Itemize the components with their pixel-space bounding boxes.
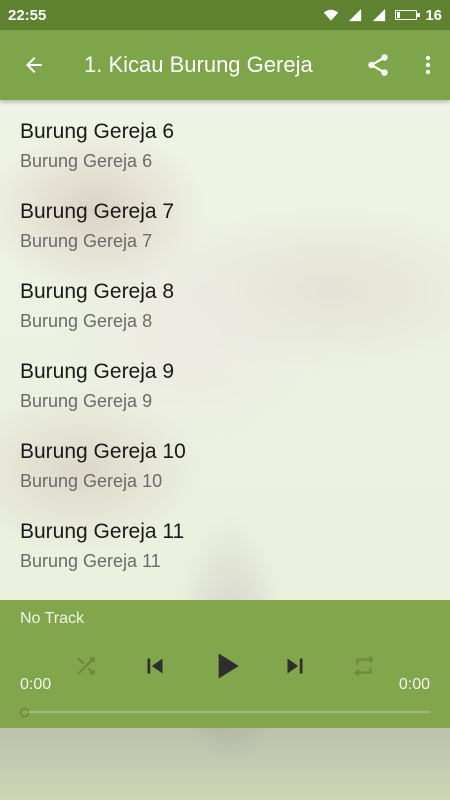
now-playing-label: No Track — [20, 610, 85, 627]
battery-icon — [395, 10, 421, 20]
track-title: Burung Gereja 8 — [20, 280, 175, 303]
list-item[interactable]: Burung Gereja 11 Burung Gereja 11 — [0, 500, 450, 580]
play-icon — [218, 653, 239, 679]
back-button[interactable] — [6, 37, 62, 93]
shuffle-icon — [77, 657, 95, 675]
player-controls — [0, 642, 450, 690]
app-bar: 1. Kicau Burung Gereja — [0, 30, 450, 100]
list-item[interactable]: Burung Gereja 9 Burung Gereja 9 — [0, 340, 450, 420]
previous-button[interactable] — [131, 642, 179, 690]
track-subtitle: Burung Gereja 7 — [20, 231, 153, 251]
repeat-button[interactable] — [340, 642, 388, 690]
track-list: Burung Gereja 6 Burung Gereja 6 Burung G… — [0, 100, 450, 600]
skip-previous-icon — [147, 658, 163, 674]
track-subtitle: Burung Gereja 9 — [20, 391, 153, 411]
player-panel: No Track 0:00 0:00 — [0, 600, 450, 728]
track-subtitle: Burung Gereja 6 — [20, 151, 153, 171]
list-item[interactable]: Burung Gereja 6 Burung Gereja 6 — [0, 100, 450, 180]
list-item[interactable]: Burung Gereja 8 Burung Gereja 8 — [0, 260, 450, 340]
skip-next-icon — [287, 658, 303, 674]
status-icons: 16 — [323, 7, 442, 24]
track-subtitle: Burung Gereja 10 — [20, 471, 163, 491]
track-title: Burung Gereja 10 — [20, 440, 186, 463]
play-button[interactable] — [203, 642, 251, 690]
next-button[interactable] — [271, 642, 319, 690]
track-title: Burung Gereja 11 — [20, 520, 185, 543]
share-button[interactable] — [350, 37, 406, 93]
page-title: 1. Kicau Burung Gereja — [84, 52, 313, 77]
share-icon — [368, 54, 388, 76]
signal-icon — [373, 8, 386, 22]
repeat-icon — [354, 655, 374, 677]
bottom-photo-strip — [0, 728, 450, 800]
list-item[interactable]: Burung Gereja 10 Burung Gereja 10 — [0, 420, 450, 500]
track-title: Burung Gereja 6 — [20, 120, 175, 143]
list-item[interactable]: Burung Gereja 7 Burung Gereja 7 — [0, 180, 450, 260]
track-title: Burung Gereja 7 — [20, 200, 175, 223]
more-vert-icon — [425, 55, 431, 75]
track-subtitle: Burung Gereja 8 — [20, 311, 153, 331]
elapsed-time: 0:00 — [20, 676, 52, 693]
status-bar: 22:55 16 — [0, 0, 450, 30]
status-time: 22:55 — [8, 6, 47, 24]
seek-thumb[interactable] — [20, 708, 29, 717]
total-duration: 0:00 — [398, 676, 430, 693]
wifi-icon — [324, 9, 339, 21]
seek-track — [26, 711, 430, 713]
back-arrow-icon — [26, 57, 42, 73]
track-title: Burung Gereja 9 — [20, 360, 175, 383]
seek-bar[interactable] — [20, 708, 430, 717]
signal-icon — [349, 8, 362, 22]
track-subtitle: Burung Gereja 11 — [20, 551, 161, 571]
shuffle-button[interactable] — [62, 642, 110, 690]
battery-level: 16 — [425, 6, 442, 24]
more-options-button[interactable] — [406, 37, 450, 93]
